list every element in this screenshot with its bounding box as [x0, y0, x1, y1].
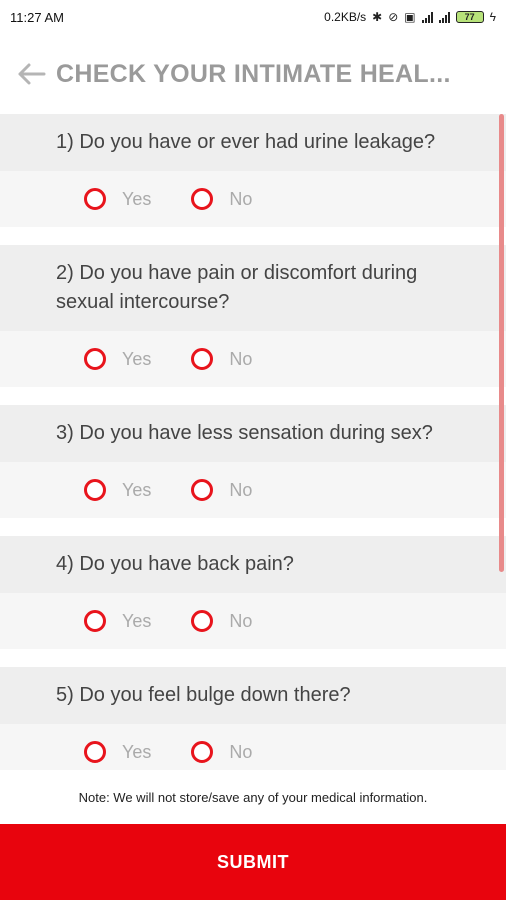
- privacy-note: Note: We will not store/save any of your…: [0, 770, 506, 824]
- battery-icon: 77: [455, 11, 484, 23]
- question-text: 4) Do you have back pain?: [0, 536, 506, 593]
- question-text: 3) Do you have less sensation during sex…: [0, 405, 506, 462]
- status-icons: 0.2KB/s ✱ ⊘ ▣ 77 ϟ: [324, 10, 496, 24]
- option-no[interactable]: No: [191, 479, 252, 501]
- option-yes[interactable]: Yes: [84, 479, 151, 501]
- radio-button-icon[interactable]: [84, 610, 106, 632]
- radio-button-icon[interactable]: [84, 348, 106, 370]
- answer-options: Yes No: [0, 593, 506, 649]
- question-text: 2) Do you have pain or discomfort during…: [0, 245, 506, 331]
- back-button[interactable]: [14, 57, 48, 91]
- question-list[interactable]: 1) Do you have or ever had urine leakage…: [0, 114, 506, 770]
- option-label: No: [229, 479, 253, 500]
- status-time: 11:27 AM: [10, 9, 64, 25]
- radio-button-icon[interactable]: [191, 479, 214, 501]
- sim-icon: ▣: [404, 10, 416, 24]
- option-label: No: [229, 348, 253, 369]
- answer-options: Yes No: [0, 171, 506, 227]
- option-no[interactable]: No: [191, 348, 252, 370]
- answer-options: Yes No: [0, 462, 506, 518]
- radio-button-icon[interactable]: [191, 741, 214, 763]
- question-1: 1) Do you have or ever had urine leakage…: [0, 114, 506, 227]
- option-label: Yes: [122, 741, 152, 762]
- answer-options: Yes No: [0, 724, 506, 770]
- page-title: CHECK YOUR INTIMATE HEAL...: [56, 59, 451, 88]
- option-yes[interactable]: Yes: [84, 348, 151, 370]
- question-3: 3) Do you have less sensation during sex…: [0, 405, 506, 518]
- question-4: 4) Do you have back pain? Yes No: [0, 536, 506, 649]
- radio-button-icon[interactable]: [191, 610, 214, 632]
- radio-button-icon[interactable]: [84, 188, 106, 210]
- signal-icon-2: [438, 11, 450, 23]
- option-yes[interactable]: Yes: [84, 610, 151, 632]
- question-text: 5) Do you feel bulge down there?: [0, 667, 506, 724]
- submit-button[interactable]: SUBMIT: [0, 824, 506, 900]
- radio-button-icon[interactable]: [84, 741, 106, 763]
- option-no[interactable]: No: [191, 610, 252, 632]
- option-label: No: [229, 188, 253, 209]
- option-label: Yes: [122, 610, 152, 631]
- option-label: No: [229, 741, 253, 762]
- question-5: 5) Do you feel bulge down there? Yes No: [0, 667, 506, 770]
- option-no[interactable]: No: [191, 188, 252, 210]
- radio-button-icon[interactable]: [84, 479, 106, 501]
- app-bar: CHECK YOUR INTIMATE HEAL...: [0, 34, 506, 114]
- bluetooth-icon: ✱: [372, 10, 383, 24]
- signal-icon: [421, 11, 433, 23]
- net-speed: 0.2KB/s: [324, 10, 367, 24]
- radio-button-icon[interactable]: [191, 348, 214, 370]
- radio-button-icon[interactable]: [191, 188, 214, 210]
- charging-icon: ϟ: [489, 10, 496, 24]
- answer-options: Yes No: [0, 331, 506, 387]
- option-yes[interactable]: Yes: [84, 741, 151, 763]
- question-2: 2) Do you have pain or discomfort during…: [0, 245, 506, 387]
- option-label: Yes: [122, 188, 152, 209]
- option-no[interactable]: No: [191, 741, 252, 763]
- scrollbar[interactable]: [499, 114, 504, 572]
- option-label: No: [229, 610, 253, 631]
- back-arrow-icon: [18, 63, 46, 85]
- status-bar: 11:27 AM 0.2KB/s ✱ ⊘ ▣ 77 ϟ: [0, 0, 506, 34]
- option-yes[interactable]: Yes: [84, 188, 151, 210]
- alarm-off-icon: ⊘: [388, 10, 399, 24]
- option-label: Yes: [122, 348, 152, 369]
- question-text: 1) Do you have or ever had urine leakage…: [0, 114, 506, 171]
- option-label: Yes: [122, 479, 152, 500]
